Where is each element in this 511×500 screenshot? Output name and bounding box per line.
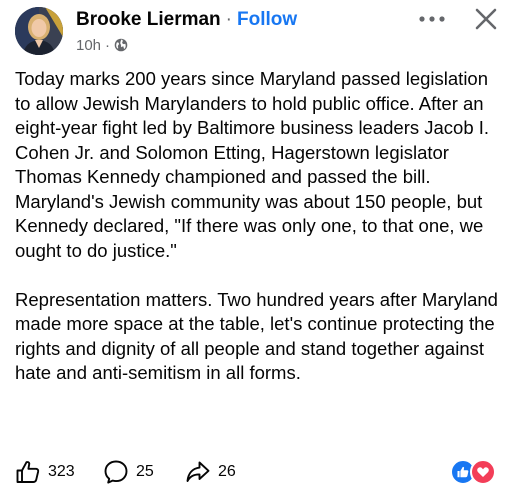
meta-separator: · xyxy=(105,36,111,54)
post-paragraph-1: Today marks 200 years since Maryland pas… xyxy=(15,68,490,261)
name-separator: · xyxy=(225,9,232,30)
post-body: Today marks 200 years since Maryland pas… xyxy=(15,67,501,386)
avatar[interactable] xyxy=(15,7,63,55)
post-paragraph-2: Representation matters. Two hundred year… xyxy=(15,288,498,384)
post-header: Brooke Lierman · Follow 10h · xyxy=(0,0,511,62)
close-button[interactable] xyxy=(470,4,502,34)
thumbs-up-icon xyxy=(16,461,40,483)
post-meta: 10h · xyxy=(76,35,128,55)
facebook-post: Brooke Lierman · Follow 10h · Today mark… xyxy=(0,0,511,500)
share-button[interactable]: 26 xyxy=(185,455,236,489)
post-timestamp[interactable]: 10h xyxy=(76,37,101,54)
reaction-summary[interactable] xyxy=(450,459,496,485)
share-arrow-icon xyxy=(186,461,210,482)
follow-button[interactable]: Follow xyxy=(237,9,297,31)
more-options-button[interactable] xyxy=(414,8,450,30)
close-icon xyxy=(475,8,497,30)
love-reaction-icon xyxy=(470,459,496,485)
comment-button[interactable]: 25 xyxy=(103,455,154,489)
avatar-image xyxy=(15,7,63,55)
comment-bubble-icon xyxy=(104,460,128,484)
post-actions: 323 25 26 xyxy=(0,455,511,489)
name-row: Brooke Lierman · Follow xyxy=(76,7,297,33)
globe-icon[interactable] xyxy=(114,38,128,52)
like-button[interactable]: 323 xyxy=(15,455,75,489)
share-count: 26 xyxy=(218,463,236,480)
like-count: 323 xyxy=(48,463,75,480)
more-dots-icon xyxy=(419,16,445,22)
author-name[interactable]: Brooke Lierman xyxy=(76,9,221,31)
comment-count: 25 xyxy=(136,463,154,480)
